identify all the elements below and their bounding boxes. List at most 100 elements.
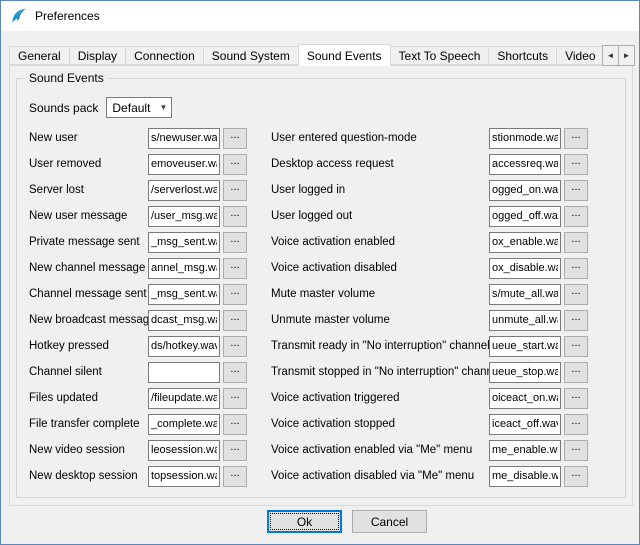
sound-event-label: Files updated [29,392,148,404]
browse-button[interactable]: ... [564,180,588,201]
sound-file-input[interactable] [148,154,220,175]
sound-event-row: New user message... [29,203,250,229]
sound-event-label: Voice activation disabled via "Me" menu [271,470,489,482]
sound-event-label: New channel message [29,262,148,274]
sound-file-input[interactable] [148,388,220,409]
sound-file-input[interactable] [148,336,220,357]
sound-event-label: Private message sent [29,236,148,248]
sound-file-input[interactable] [489,232,561,253]
tab-display[interactable]: Display [69,46,126,65]
tab-general[interactable]: General [9,46,70,65]
chevron-down-icon: ▼ [159,104,167,112]
sounds-pack-select[interactable]: Default ▼ [106,97,172,118]
sound-file-input[interactable] [489,128,561,149]
sound-event-row: Private message sent... [29,229,250,255]
browse-button[interactable]: ... [223,310,247,331]
sound-file-input[interactable] [148,284,220,305]
sound-file-input[interactable] [489,440,561,461]
tab-text-to-speech[interactable]: Text To Speech [390,46,490,65]
tab-sound-events[interactable]: Sound Events [298,44,391,66]
sounds-pack-row: Sounds pack Default ▼ [29,97,172,118]
browse-button[interactable]: ... [564,362,588,383]
sound-event-label: User logged in [271,184,489,196]
sound-file-input[interactable] [148,310,220,331]
sound-event-row: Transmit stopped in "No interruption" ch… [271,359,591,385]
titlebar: Preferences [1,1,639,31]
sound-file-input[interactable] [148,440,220,461]
browse-button[interactable]: ... [223,232,247,253]
browse-button[interactable]: ... [223,128,247,149]
sound-file-input[interactable] [489,362,561,383]
browse-button[interactable]: ... [564,440,588,461]
browse-button[interactable]: ... [223,154,247,175]
sound-file-input[interactable] [489,284,561,305]
tab-video[interactable]: Video [556,46,604,65]
dialog-footer: Ok Cancel [1,510,640,540]
browse-button[interactable]: ... [223,284,247,305]
tab-sound-system[interactable]: Sound System [203,46,299,65]
browse-button[interactable]: ... [564,466,588,487]
sound-event-columns: New user...User removed...Server lost...… [29,125,591,489]
sound-file-input[interactable] [489,258,561,279]
sound-event-label: Voice activation enabled [271,236,489,248]
sound-event-row: New broadcast message... [29,307,250,333]
tab-connection[interactable]: Connection [125,46,204,65]
tab-bar: GeneralDisplayConnectionSound SystemSoun… [9,44,633,66]
browse-button[interactable]: ... [564,388,588,409]
sound-event-label: Server lost [29,184,148,196]
app-icon [10,7,28,25]
sound-file-input[interactable] [148,466,220,487]
sound-file-input[interactable] [148,128,220,149]
browse-button[interactable]: ... [564,128,588,149]
browse-button[interactable]: ... [564,284,588,305]
sound-event-row: Unmute master volume... [271,307,591,333]
sound-file-input[interactable] [489,154,561,175]
sound-file-input[interactable] [489,310,561,331]
sound-event-label: File transfer complete [29,418,148,430]
browse-button[interactable]: ... [223,258,247,279]
browse-button[interactable]: ... [564,336,588,357]
sound-event-row: User entered question-mode... [271,125,591,151]
sound-file-input[interactable] [148,362,220,383]
browse-button[interactable]: ... [564,154,588,175]
ok-button[interactable]: Ok [267,510,342,533]
tab-scroll-left-button[interactable]: ◄ [602,45,619,66]
sound-event-row: Mute master volume... [271,281,591,307]
browse-button[interactable]: ... [564,206,588,227]
sound-file-input[interactable] [489,180,561,201]
sound-file-input[interactable] [148,180,220,201]
sound-file-input[interactable] [148,232,220,253]
tab-shortcuts[interactable]: Shortcuts [488,46,557,65]
browse-button[interactable]: ... [564,232,588,253]
browse-button[interactable]: ... [223,206,247,227]
browse-button[interactable]: ... [564,258,588,279]
sound-event-row: Hotkey pressed... [29,333,250,359]
browse-button[interactable]: ... [564,414,588,435]
browse-button[interactable]: ... [223,414,247,435]
sound-file-input[interactable] [489,336,561,357]
tab-scroll-right-button[interactable]: ► [618,45,635,66]
sound-file-input[interactable] [148,414,220,435]
browse-button[interactable]: ... [223,440,247,461]
browse-button[interactable]: ... [223,388,247,409]
cancel-button[interactable]: Cancel [352,510,427,533]
sound-events-column-right: User entered question-mode...Desktop acc… [271,125,591,489]
preferences-window: Preferences GeneralDisplayConnectionSoun… [0,0,640,545]
sound-file-input[interactable] [489,466,561,487]
sound-file-input[interactable] [489,206,561,227]
sound-event-row: Transmit ready in "No interruption" chan… [271,333,591,359]
browse-button[interactable]: ... [564,310,588,331]
sound-event-row: Voice activation disabled via "Me" menu.… [271,463,591,489]
sound-file-input[interactable] [148,258,220,279]
sound-event-row: Files updated... [29,385,250,411]
sound-event-label: Mute master volume [271,288,489,300]
browse-button[interactable]: ... [223,180,247,201]
browse-button[interactable]: ... [223,336,247,357]
sound-file-input[interactable] [148,206,220,227]
sound-event-row: Channel message sent... [29,281,250,307]
sound-file-input[interactable] [489,388,561,409]
browse-button[interactable]: ... [223,362,247,383]
browse-button[interactable]: ... [223,466,247,487]
window-title: Preferences [35,9,100,23]
sound-file-input[interactable] [489,414,561,435]
